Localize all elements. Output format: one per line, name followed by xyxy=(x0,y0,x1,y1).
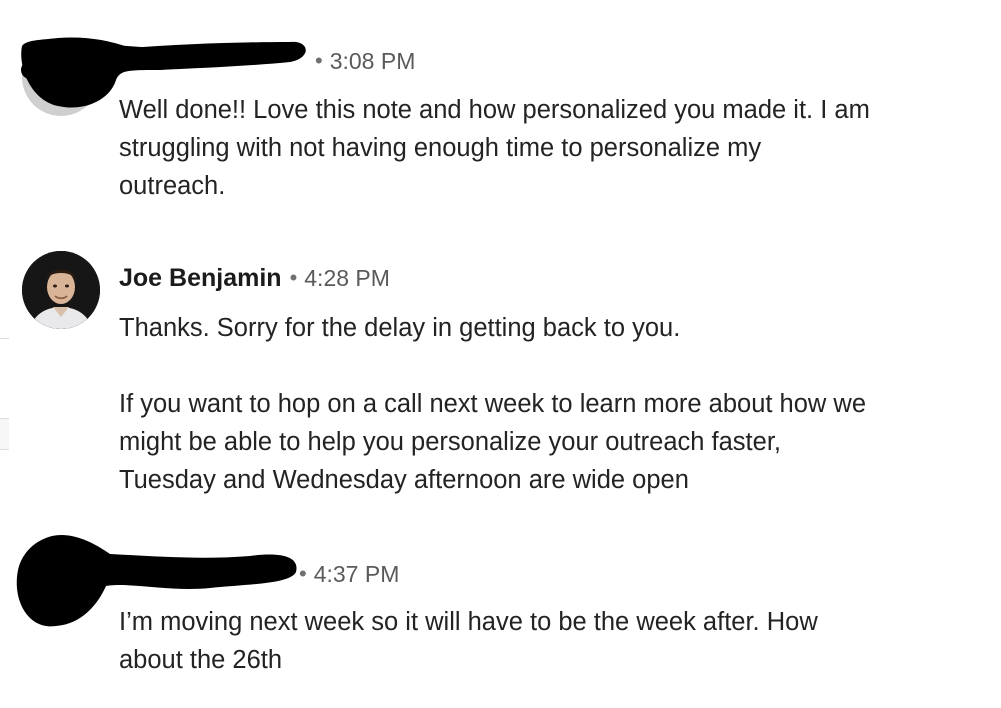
message-body: I’m moving next week so it will have to … xyxy=(119,608,818,674)
message-timestamp: 3:08 PM xyxy=(329,47,416,74)
redaction-mark xyxy=(16,534,297,627)
separator-dot: • xyxy=(299,561,307,586)
message-timestamp: 4:37 PM xyxy=(313,560,400,587)
message-meta: • 4:37 PM xyxy=(119,557,399,591)
